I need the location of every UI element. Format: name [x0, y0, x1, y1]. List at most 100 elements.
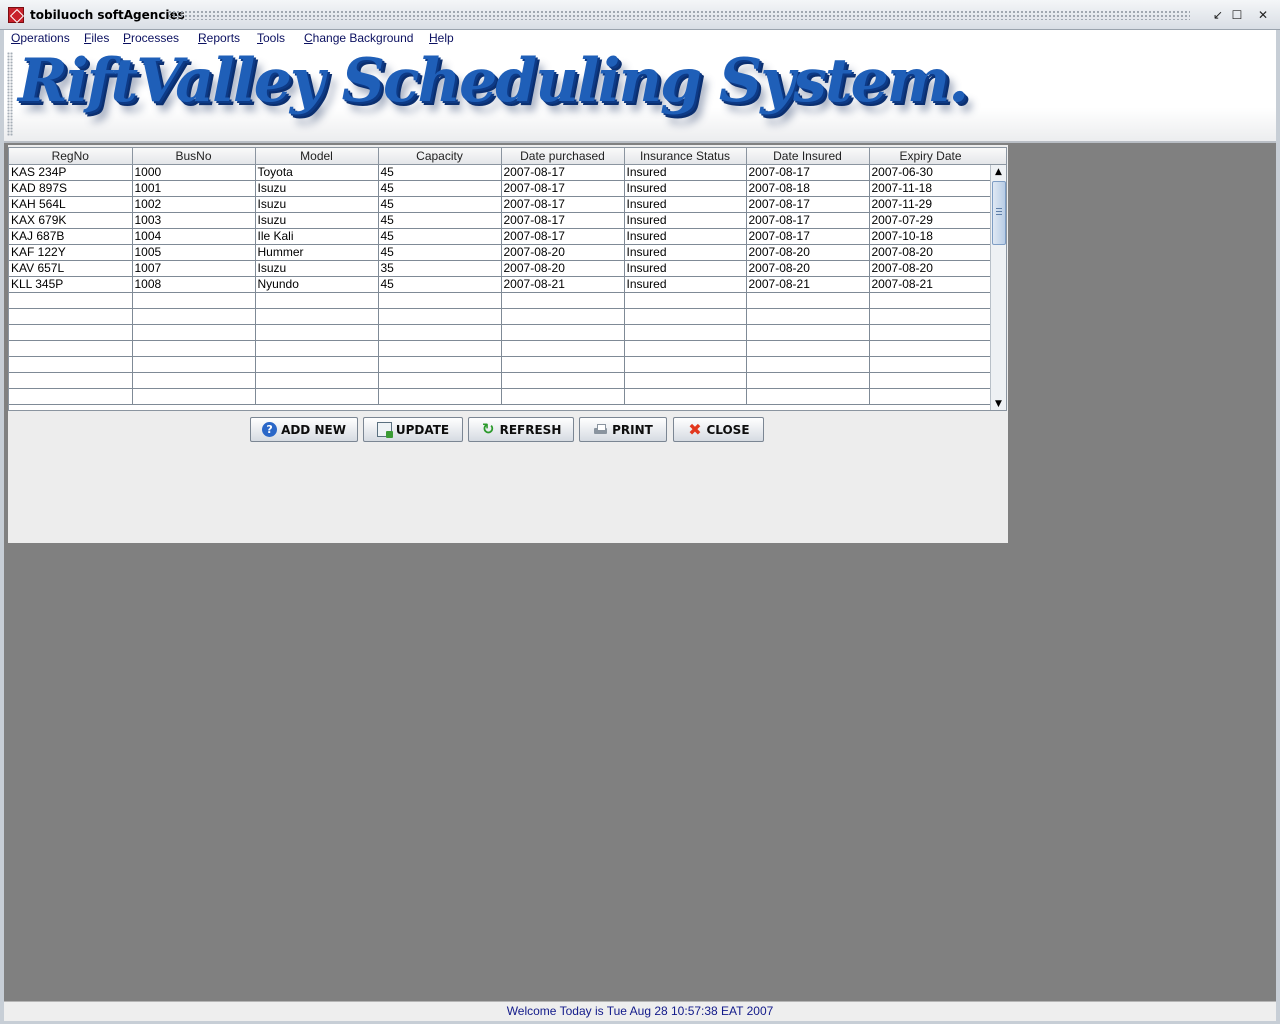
menu-help[interactable]: Help: [429, 31, 454, 45]
empty-cell[interactable]: [378, 308, 502, 325]
empty-cell[interactable]: [624, 324, 747, 341]
empty-table-row[interactable]: [9, 292, 993, 309]
maximize-icon[interactable]: ☐: [1230, 8, 1244, 22]
empty-table-row[interactable]: [9, 340, 993, 357]
cell-model[interactable]: Ile Kali: [255, 228, 379, 245]
cell-insurance-status[interactable]: Insured: [624, 276, 747, 293]
empty-cell[interactable]: [255, 388, 379, 405]
cell-insurance-status[interactable]: Insured: [624, 212, 747, 229]
cell-date-insured[interactable]: 2007-08-17: [746, 164, 870, 181]
cell-capacity[interactable]: 45: [378, 180, 502, 197]
empty-cell[interactable]: [132, 356, 256, 373]
table-row[interactable]: KAF 122Y 1005 Hummer 45 2007-08-20 Insured 200…: [9, 244, 993, 261]
cell-busno[interactable]: 1001: [132, 180, 256, 197]
empty-cell[interactable]: [9, 356, 133, 373]
empty-cell[interactable]: [255, 324, 379, 341]
cell-insurance-status[interactable]: Insured: [624, 260, 747, 277]
menu-reports[interactable]: Reports: [198, 31, 240, 45]
empty-cell[interactable]: [132, 308, 256, 325]
empty-cell[interactable]: [746, 372, 870, 389]
cell-model[interactable]: Toyota: [255, 164, 379, 181]
empty-cell[interactable]: [746, 308, 870, 325]
cell-regno[interactable]: KAJ 687B: [9, 228, 133, 245]
menu-change-background[interactable]: Change Background: [304, 31, 413, 45]
cell-date-insured[interactable]: 2007-08-17: [746, 212, 870, 229]
cell-insurance-status[interactable]: Insured: [624, 180, 747, 197]
cell-model[interactable]: Isuzu: [255, 212, 379, 229]
cell-date-purchased[interactable]: 2007-08-20: [501, 260, 625, 277]
empty-cell[interactable]: [378, 324, 502, 341]
empty-cell[interactable]: [746, 292, 870, 309]
empty-cell[interactable]: [869, 388, 993, 405]
empty-cell[interactable]: [869, 356, 993, 373]
menu-files[interactable]: Files: [84, 31, 109, 45]
refresh-button[interactable]: ↻ REFRESH: [468, 417, 574, 442]
print-button[interactable]: PRINT: [579, 417, 667, 442]
menu-tools[interactable]: Tools: [257, 31, 285, 45]
empty-cell[interactable]: [255, 356, 379, 373]
empty-table-row[interactable]: [9, 356, 993, 373]
table-row[interactable]: KAH 564L 1002 Isuzu 45 2007-08-17 Insured 2007…: [9, 196, 993, 213]
column-header-busno[interactable]: BusNo: [132, 148, 256, 165]
empty-cell[interactable]: [132, 340, 256, 357]
cell-date-purchased[interactable]: 2007-08-17: [501, 180, 625, 197]
scroll-down-icon[interactable]: ▼: [991, 397, 1006, 410]
minimize-icon[interactable]: ↙: [1211, 8, 1225, 22]
empty-cell[interactable]: [9, 324, 133, 341]
cell-expiry-date[interactable]: 2007-08-20: [869, 260, 993, 277]
cell-busno[interactable]: 1000: [132, 164, 256, 181]
update-button[interactable]: UPDATE: [363, 417, 463, 442]
empty-cell[interactable]: [378, 372, 502, 389]
cell-model[interactable]: Isuzu: [255, 196, 379, 213]
empty-cell[interactable]: [255, 292, 379, 309]
empty-table-row[interactable]: [9, 372, 993, 389]
cell-busno[interactable]: 1003: [132, 212, 256, 229]
cell-capacity[interactable]: 45: [378, 212, 502, 229]
cell-date-insured[interactable]: 2007-08-17: [746, 196, 870, 213]
empty-cell[interactable]: [501, 292, 625, 309]
cell-capacity[interactable]: 45: [378, 196, 502, 213]
cell-model[interactable]: Isuzu: [255, 180, 379, 197]
column-header-expiry-date[interactable]: Expiry Date: [869, 148, 993, 165]
cell-capacity[interactable]: 45: [378, 164, 502, 181]
add-new-button[interactable]: ? ADD NEW: [250, 417, 358, 442]
close-button[interactable]: ✖ CLOSE: [673, 417, 764, 442]
cell-regno[interactable]: KLL 345P: [9, 276, 133, 293]
empty-cell[interactable]: [9, 308, 133, 325]
empty-table-row[interactable]: [9, 324, 993, 341]
cell-insurance-status[interactable]: Insured: [624, 244, 747, 261]
column-header-date-insured[interactable]: Date Insured: [746, 148, 870, 165]
scroll-up-icon[interactable]: ▲: [991, 165, 1006, 179]
cell-date-insured[interactable]: 2007-08-20: [746, 260, 870, 277]
empty-cell[interactable]: [869, 324, 993, 341]
table-row[interactable]: KAX 679K 1003 Isuzu 45 2007-08-17 Insured 2007…: [9, 212, 993, 229]
cell-date-purchased[interactable]: 2007-08-17: [501, 228, 625, 245]
cell-busno[interactable]: 1007: [132, 260, 256, 277]
toolbar-grip[interactable]: [7, 52, 13, 136]
empty-cell[interactable]: [869, 308, 993, 325]
table-scrollbar[interactable]: ▲ ▼: [990, 148, 1006, 410]
cell-date-purchased[interactable]: 2007-08-20: [501, 244, 625, 261]
empty-cell[interactable]: [255, 372, 379, 389]
cell-date-insured[interactable]: 2007-08-21: [746, 276, 870, 293]
cell-regno[interactable]: KAF 122Y: [9, 244, 133, 261]
title-bar[interactable]: tobiluoch softAgencies ↙ ☐ ✕: [0, 0, 1280, 30]
empty-cell[interactable]: [624, 292, 747, 309]
empty-cell[interactable]: [501, 388, 625, 405]
cell-expiry-date[interactable]: 2007-06-30: [869, 164, 993, 181]
empty-cell[interactable]: [9, 388, 133, 405]
cell-busno[interactable]: 1008: [132, 276, 256, 293]
table-row[interactable]: KAV 657L 1007 Isuzu 35 2007-08-20 Insured 2007…: [9, 260, 993, 277]
empty-cell[interactable]: [624, 340, 747, 357]
app-icon[interactable]: [8, 7, 24, 23]
empty-cell[interactable]: [746, 340, 870, 357]
empty-cell[interactable]: [869, 340, 993, 357]
cell-date-insured[interactable]: 2007-08-18: [746, 180, 870, 197]
cell-expiry-date[interactable]: 2007-10-18: [869, 228, 993, 245]
cell-expiry-date[interactable]: 2007-11-18: [869, 180, 993, 197]
cell-busno[interactable]: 1004: [132, 228, 256, 245]
cell-model[interactable]: Isuzu: [255, 260, 379, 277]
cell-busno[interactable]: 1002: [132, 196, 256, 213]
cell-expiry-date[interactable]: 2007-07-29: [869, 212, 993, 229]
empty-cell[interactable]: [624, 388, 747, 405]
